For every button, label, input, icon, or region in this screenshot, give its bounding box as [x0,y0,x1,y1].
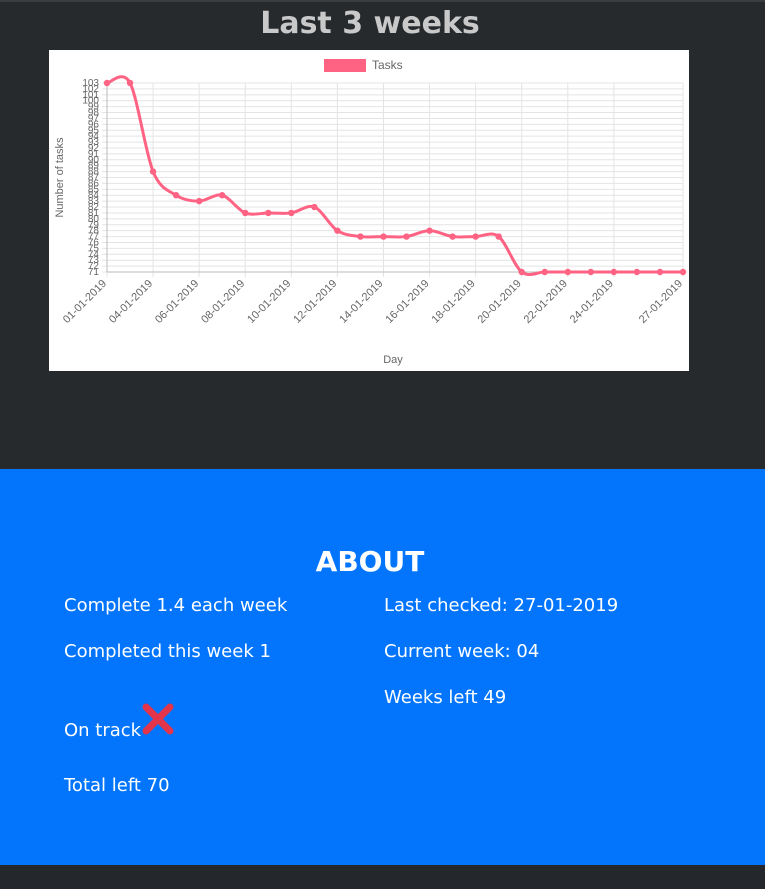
x-tick-label: 22-01-2019 [522,278,570,326]
data-point [564,268,571,276]
legend-swatch [324,59,366,72]
x-tick-label: 06-01-2019 [153,278,201,326]
data-point [242,209,249,217]
x-tick-label: 16-01-2019 [383,278,431,326]
data-point [219,192,226,199]
x-axis-title: Day [383,354,403,366]
chart-section: Last 3 weeks 71 72 73 74 75 76 77 78 79 80 81 82 83 8… [0,0,765,469]
about-section: ABOUT Complete 1.4 each week Last checke… [0,469,765,865]
about-title: ABOUT [315,545,425,578]
data-point [149,168,157,175]
on-track-label: On track [64,720,142,741]
complete-per-week: Complete 1.4 each week [64,595,288,616]
x-tick-label: 08-01-2019 [199,278,247,326]
y-axis-title: Number of tasks [54,137,66,218]
data-point [126,79,134,87]
x-tick-label: 24-01-2019 [568,278,616,326]
x-tick-label: 10-01-2019 [245,278,293,326]
page-title: Last 3 weeks [260,6,480,41]
data-point [610,268,618,276]
data-point [541,268,548,276]
footer-strip [0,865,765,889]
data-point [426,227,433,234]
x-tick-label: 12-01-2019 [291,278,339,326]
data-point [265,209,272,217]
data-point [195,197,203,205]
y-tick-label: 103 [82,78,99,89]
data-point [656,268,664,276]
data-point [172,192,180,199]
data-point [633,268,641,276]
tasks-chart: 71 72 73 74 75 76 77 78 79 80 81 82 83 84 85 86 87 88 89 90… [49,50,689,371]
completed-this-week: Completed this week 1 [64,641,271,662]
total-left: Total left 70 [64,775,170,796]
x-tick-label: 20-01-2019 [476,278,524,326]
data-point [403,233,410,240]
x-tick-label: 14-01-2019 [337,278,385,326]
x-tick-label: 27-01-2019 [637,278,685,326]
x-tick-label: 04-01-2019 [107,278,155,326]
data-point [288,209,295,217]
data-point [357,233,364,240]
tasks-line-chart: 7172737475767778798081828384858687888990… [54,58,687,366]
x-tick-label: 18-01-2019 [429,278,477,326]
data-point [518,268,525,276]
weeks-left: Weeks left 49 [384,687,507,708]
data-point [334,227,341,234]
data-point [679,268,687,276]
data-point [495,233,502,240]
legend-label: Tasks [372,58,403,72]
data-point [103,79,111,87]
x-tick-label: 01-01-2019 [61,278,109,326]
last-checked: Last checked: 27-01-2019 [384,595,619,616]
data-point [311,203,318,211]
current-week: Current week: 04 [384,641,540,662]
data-point [472,233,479,240]
cross-icon [142,703,174,735]
data-point [587,268,595,276]
data-point [380,233,387,240]
data-point [449,233,456,240]
